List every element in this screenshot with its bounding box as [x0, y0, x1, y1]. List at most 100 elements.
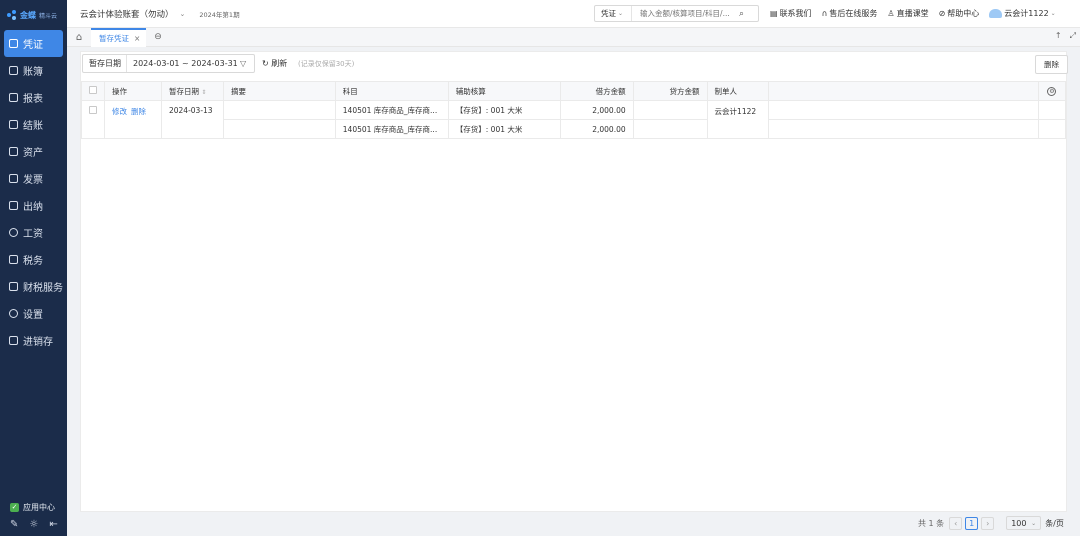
sidebar-item-ledger[interactable]: 账簿	[0, 57, 67, 84]
sort-icon[interactable]: ⇕	[201, 89, 206, 96]
logo-subtext: 精斗云	[39, 12, 58, 20]
column-settings-icon[interactable]: ⚙	[1047, 87, 1057, 96]
row-maker: 云会计1122	[706, 100, 769, 139]
sidebar-item-invoice[interactable]: 发票	[0, 165, 67, 192]
logo-text: 金蝶	[20, 10, 36, 20]
date-range-value[interactable]: 2024-03-01 ~ 2024-03-31	[127, 59, 240, 68]
row-date: 2024-03-13	[160, 100, 224, 139]
refresh-button[interactable]: ↻ 刷新	[262, 58, 287, 69]
sidebar-item-report[interactable]: 报表	[0, 84, 67, 111]
row-checkbox[interactable]	[89, 106, 97, 114]
top-links: ▤ 联系我们 ∩ 售后在线服务 ♙ 直播课堂 ⊘ 帮助中心 云会计1122 ⌄	[770, 8, 1056, 19]
prev-page-button[interactable]: ‹	[949, 516, 963, 530]
date-filter[interactable]: 暂存日期 2024-03-01 ~ 2024-03-31 ▽	[82, 54, 255, 73]
sidebar-item-label: 结账	[23, 121, 43, 132]
table-row: 修改 删除 2024-03-13 140501 库存商品_库存商... 【存货】:…	[81, 100, 1067, 139]
edit-link[interactable]: 修改	[112, 107, 127, 116]
main-panel: 暂存日期 2024-03-01 ~ 2024-03-31 ▽ ↻ 刷新 (记录仅…	[80, 51, 1068, 512]
search-icon[interactable]: ⌕	[739, 9, 744, 19]
sidebar-item-label: 税务	[23, 256, 43, 267]
row-summary	[222, 100, 336, 120]
table-header-row: 操作 暂存日期 ⇕ 摘要 科目 辅助核算 借方金额 贷方金额 制单人 ⚙	[81, 81, 1067, 101]
search-type-select[interactable]: 凭证 ⌄	[595, 6, 632, 21]
col-header-date[interactable]: 暂存日期 ⇕	[160, 81, 224, 101]
user-menu[interactable]: 云会计1122 ⌄	[989, 8, 1056, 19]
help-center-label: 帮助中心	[947, 9, 980, 18]
col-header-account: 科目	[334, 81, 449, 101]
sidebar-tools: ✎ ☼ ⇤	[0, 515, 67, 536]
settings-icon	[9, 309, 18, 318]
voucher-icon	[9, 39, 18, 48]
support-link[interactable]: ∩ 售后在线服务	[822, 8, 878, 19]
help-center-link[interactable]: ⊘ 帮助中心	[939, 8, 980, 19]
arrow-up-icon[interactable]: ↑	[1055, 31, 1062, 41]
live-class-label: 直播课堂	[896, 9, 929, 18]
row-end	[1037, 100, 1067, 120]
sidebar-item-label: 财税服务	[23, 283, 63, 294]
sidebar-item-inventory[interactable]: 进销存	[0, 327, 67, 354]
account-selector[interactable]: 云会计体验账套（勿动）	[80, 8, 174, 20]
tab-bar-tools: ↑ ⤢	[1055, 31, 1076, 41]
home-icon[interactable]: ⌂	[67, 32, 91, 43]
row-credit	[632, 100, 708, 120]
refresh-label: 刷新	[271, 59, 288, 68]
current-page[interactable]: 1	[965, 516, 979, 530]
app-center-label: 应用中心	[23, 502, 55, 512]
col-header-summary: 摘要	[222, 81, 336, 101]
sidebar-item-label: 资产	[23, 148, 43, 159]
select-all-checkbox[interactable]	[89, 86, 97, 94]
sidebar-item-label: 设置	[23, 310, 43, 321]
select-all-cell	[81, 81, 105, 101]
total-count: 共 1 条	[918, 518, 945, 528]
sidebar-item-label: 出纳	[23, 202, 43, 213]
row-select-cell	[81, 100, 105, 139]
live-class-link[interactable]: ♙ 直播课堂	[887, 8, 928, 19]
chevron-down-icon[interactable]: ⌄	[180, 10, 186, 18]
page-size-unit: 条/页	[1045, 518, 1064, 528]
refresh-icon: ↻	[262, 59, 269, 68]
next-page-button[interactable]: ›	[981, 516, 995, 530]
collapse-sidebar-icon[interactable]: ⇤	[49, 519, 57, 530]
invoice-icon	[9, 174, 18, 183]
tab-temp-voucher[interactable]: 暂存凭证 ×	[91, 27, 147, 47]
row-spacer	[767, 119, 1039, 139]
sidebar-item-salary[interactable]: 工资	[0, 219, 67, 246]
row-debit: 2,000.00	[559, 100, 634, 120]
sidebar-item-voucher[interactable]: 凭证	[4, 30, 63, 57]
sidebar-item-settings[interactable]: 设置	[0, 300, 67, 327]
col-header-aux: 辅助核算	[447, 81, 561, 101]
tab-more-icon[interactable]: ⊖	[154, 32, 162, 42]
sidebar-item-label: 凭证	[23, 40, 43, 51]
delete-button[interactable]: 删除	[1035, 55, 1068, 74]
pagination: 共 1 条 ‹ 1 › 100 ⌄ 条/页	[918, 516, 1068, 530]
col-header-credit: 贷方金额	[632, 81, 708, 101]
sidebar-item-closing[interactable]: 结账	[0, 111, 67, 138]
global-search: 凭证 ⌄ ⌕	[594, 5, 759, 22]
col-header-maker: 制单人	[706, 81, 769, 101]
edit-icon[interactable]: ✎	[10, 519, 18, 530]
app-center-link[interactable]: ✓ 应用中心	[0, 499, 67, 515]
filter-icon[interactable]: ▽	[240, 59, 254, 68]
person-icon: ♙	[887, 9, 895, 18]
delete-link[interactable]: 删除	[131, 107, 146, 116]
col-settings-cell: ⚙	[1037, 81, 1067, 101]
headset-icon: ∩	[821, 9, 828, 18]
sidebar-item-finance-service[interactable]: 财税服务	[0, 273, 67, 300]
fullscreen-icon[interactable]: ⤢	[1070, 31, 1076, 41]
sidebar-item-asset[interactable]: 资产	[0, 138, 67, 165]
page-size-select[interactable]: 100 ⌄	[1006, 516, 1042, 530]
col-header-actions: 操作	[104, 81, 162, 101]
table-row: 140501 库存商品_库存商... 【存货】: 001 大米 2,000.00	[82, 119, 1067, 139]
brand-logo[interactable]: 金蝶 精斗云	[0, 0, 67, 30]
logo-mark-icon	[7, 10, 17, 20]
user-name: 云会计1122	[1004, 9, 1049, 18]
row-account: 140501 库存商品_库存商...	[334, 119, 449, 139]
chevron-down-icon: ⌄	[1050, 10, 1056, 17]
contact-us-link[interactable]: ▤ 联系我们	[770, 8, 812, 19]
theme-icon[interactable]: ☼	[29, 519, 38, 530]
sidebar-item-tax[interactable]: 税务	[0, 246, 67, 273]
salary-icon	[9, 228, 18, 237]
sidebar-item-cashier[interactable]: 出纳	[0, 192, 67, 219]
search-input[interactable]	[632, 9, 737, 18]
close-icon[interactable]: ×	[134, 34, 140, 43]
